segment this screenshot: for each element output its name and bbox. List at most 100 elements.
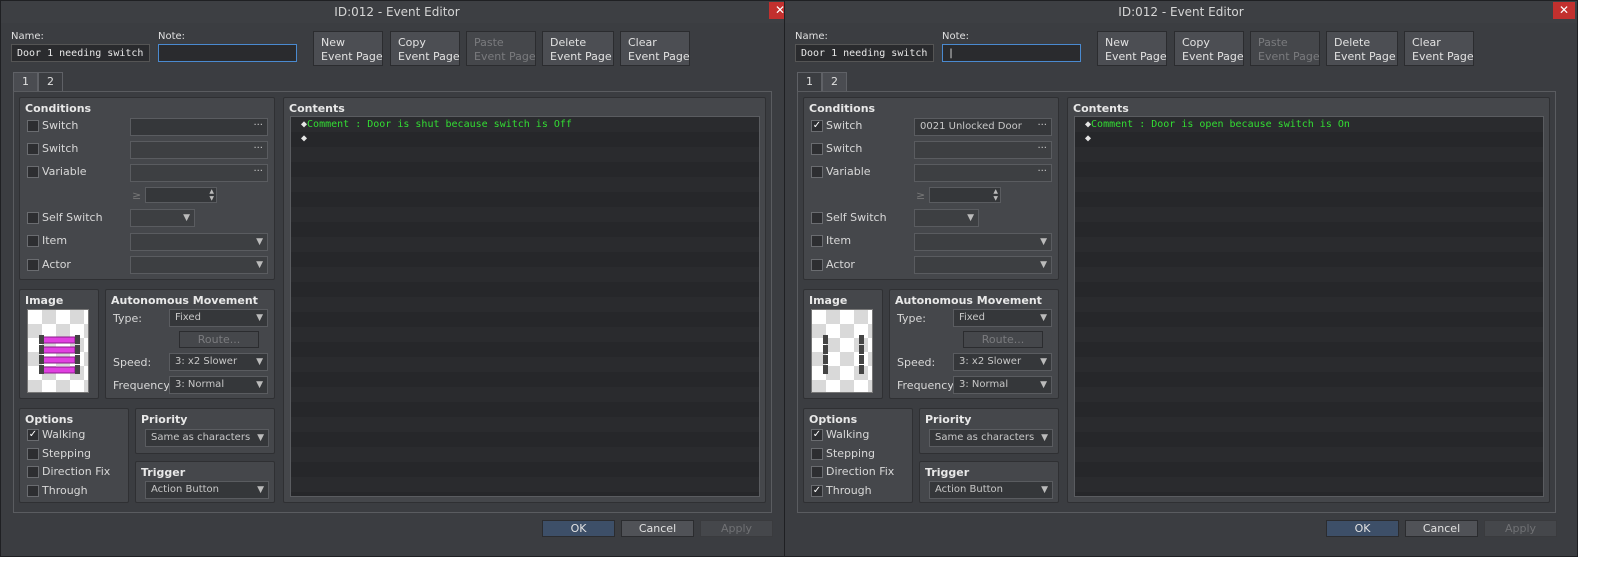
command-list-row[interactable] xyxy=(1075,132,1543,147)
switch2-selector[interactable]: ··· xyxy=(130,141,268,159)
apply-button[interactable]: Apply xyxy=(700,520,773,537)
command-line-comment[interactable]: ◆Comment : Door is shut because switch i… xyxy=(301,119,572,130)
tab-page-1[interactable]: 1 xyxy=(797,72,822,92)
command-list-row[interactable] xyxy=(291,477,759,492)
self-switch-checkbox[interactable] xyxy=(811,212,823,224)
command-list-row[interactable] xyxy=(1075,147,1543,162)
name-field[interactable]: Door 1 needing switch xyxy=(795,44,934,62)
command-list-row[interactable] xyxy=(1075,162,1543,177)
command-list-row[interactable] xyxy=(1075,237,1543,252)
cancel-button[interactable]: Cancel xyxy=(1405,520,1478,537)
speed-dropdown[interactable]: 3: x2 Slower ▼ xyxy=(953,353,1052,371)
command-list-row[interactable] xyxy=(1075,432,1543,447)
command-list-row[interactable] xyxy=(291,237,759,252)
stepping-checkbox[interactable] xyxy=(27,448,39,460)
command-list-row[interactable] xyxy=(291,402,759,417)
window-titlebar[interactable]: ID:012 - Event Editor ✕ xyxy=(1,1,793,23)
actor-checkbox[interactable] xyxy=(811,259,823,271)
close-icon[interactable]: ✕ xyxy=(1553,2,1575,19)
command-line-empty[interactable]: ◆ xyxy=(301,133,307,144)
trigger-dropdown[interactable]: Action Button ▼ xyxy=(929,481,1053,499)
item-dropdown[interactable]: ▼ xyxy=(130,233,268,251)
switch2-checkbox[interactable] xyxy=(811,143,823,155)
command-list-row[interactable] xyxy=(1075,312,1543,327)
command-list-row[interactable] xyxy=(1075,252,1543,267)
command-list-row[interactable] xyxy=(291,267,759,282)
apply-button[interactable]: Apply xyxy=(1484,520,1557,537)
command-list-row[interactable] xyxy=(291,162,759,177)
paste-event-page-button[interactable]: Paste Event Page xyxy=(466,31,536,66)
copy-event-page-button[interactable]: Copy Event Page xyxy=(390,31,460,66)
variable-value-spinner[interactable]: ▲ ▼ xyxy=(929,187,1001,203)
command-list-row[interactable] xyxy=(1075,207,1543,222)
priority-dropdown[interactable]: Same as characters ▼ xyxy=(145,429,269,447)
event-image-preview[interactable] xyxy=(27,309,89,393)
command-list-row[interactable] xyxy=(1075,327,1543,342)
command-list-row[interactable] xyxy=(1075,402,1543,417)
note-field[interactable]: | xyxy=(942,44,1081,62)
command-list-row[interactable] xyxy=(291,432,759,447)
trigger-dropdown[interactable]: Action Button ▼ xyxy=(145,481,269,499)
copy-event-page-button[interactable]: Copy Event Page xyxy=(1174,31,1244,66)
item-checkbox[interactable] xyxy=(811,235,823,247)
delete-event-page-button[interactable]: Delete Event Page xyxy=(1326,31,1398,66)
speed-dropdown[interactable]: 3: x2 Slower ▼ xyxy=(169,353,268,371)
command-list-row[interactable] xyxy=(291,372,759,387)
command-list-row[interactable] xyxy=(1075,342,1543,357)
paste-event-page-button[interactable]: Paste Event Page xyxy=(1250,31,1320,66)
item-dropdown[interactable]: ▼ xyxy=(914,233,1052,251)
command-list-row[interactable] xyxy=(291,357,759,372)
command-list-row[interactable] xyxy=(291,282,759,297)
switch1-selector[interactable]: 0021 Unlocked Door ··· xyxy=(914,118,1052,136)
movement-type-dropdown[interactable]: Fixed ▼ xyxy=(169,309,268,327)
variable-selector[interactable]: ··· xyxy=(130,164,268,182)
direction-fix-checkbox[interactable] xyxy=(811,466,823,478)
ok-button[interactable]: OK xyxy=(542,520,615,537)
command-list-row[interactable] xyxy=(291,192,759,207)
command-list-row[interactable] xyxy=(1075,267,1543,282)
new-event-page-button[interactable]: New Event Page xyxy=(313,31,383,66)
command-list-row[interactable] xyxy=(1075,192,1543,207)
command-list-row[interactable] xyxy=(291,147,759,162)
command-list-row[interactable] xyxy=(291,177,759,192)
command-list-row[interactable] xyxy=(291,312,759,327)
window-titlebar[interactable]: ID:012 - Event Editor ✕ xyxy=(785,1,1577,23)
command-list-row[interactable] xyxy=(291,447,759,462)
actor-dropdown[interactable]: ▼ xyxy=(914,256,1052,274)
command-list-row[interactable] xyxy=(291,327,759,342)
self-switch-dropdown[interactable]: ▼ xyxy=(914,209,979,227)
variable-checkbox[interactable] xyxy=(27,166,39,178)
switch1-checkbox[interactable]: ✓ xyxy=(811,120,823,132)
route-button[interactable]: Route... xyxy=(963,331,1043,348)
command-list[interactable]: ◆Comment : Door is open because switch i… xyxy=(1074,116,1544,497)
command-line-comment[interactable]: ◆Comment : Door is open because switch i… xyxy=(1085,119,1350,130)
switch2-selector[interactable]: ··· xyxy=(914,141,1052,159)
self-switch-checkbox[interactable] xyxy=(27,212,39,224)
tab-page-2[interactable]: 2 xyxy=(38,72,63,92)
command-list-row[interactable] xyxy=(1075,387,1543,402)
switch1-selector[interactable]: ··· xyxy=(130,118,268,136)
command-list-row[interactable] xyxy=(1075,222,1543,237)
variable-value-spinner[interactable]: ▲ ▼ xyxy=(145,187,217,203)
self-switch-dropdown[interactable]: ▼ xyxy=(130,209,195,227)
walking-checkbox[interactable]: ✓ xyxy=(811,429,823,441)
switch1-checkbox[interactable] xyxy=(27,120,39,132)
command-list-row[interactable] xyxy=(1075,462,1543,477)
name-field[interactable]: Door 1 needing switch xyxy=(11,44,150,62)
variable-checkbox[interactable] xyxy=(811,166,823,178)
command-list-row[interactable] xyxy=(1075,477,1543,492)
command-line-empty[interactable]: ◆ xyxy=(1085,133,1091,144)
command-list-row[interactable] xyxy=(1075,357,1543,372)
frequency-dropdown[interactable]: 3: Normal ▼ xyxy=(169,376,268,394)
command-list-row[interactable] xyxy=(291,207,759,222)
command-list-row[interactable] xyxy=(291,387,759,402)
command-list-row[interactable] xyxy=(1075,282,1543,297)
actor-dropdown[interactable]: ▼ xyxy=(130,256,268,274)
command-list-row[interactable] xyxy=(291,462,759,477)
switch2-checkbox[interactable] xyxy=(27,143,39,155)
command-list[interactable]: ◆Comment : Door is shut because switch i… xyxy=(290,116,760,497)
note-field[interactable] xyxy=(158,44,297,62)
command-list-row[interactable] xyxy=(1075,417,1543,432)
through-checkbox[interactable] xyxy=(27,485,39,497)
command-list-row[interactable] xyxy=(1075,492,1543,496)
